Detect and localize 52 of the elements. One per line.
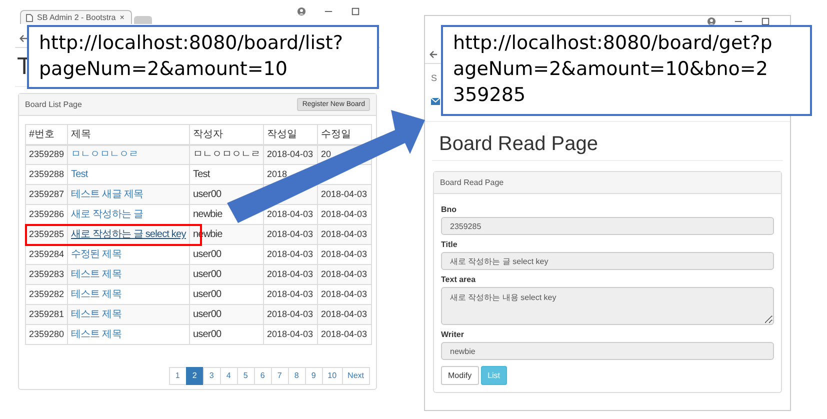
user-icon[interactable]	[707, 17, 716, 25]
user-icon[interactable]	[297, 7, 306, 16]
url-callout: http://localhost:8080/board/list? pageNum=2&amount=10	[27, 25, 379, 89]
card-title: Board List Page	[25, 98, 82, 110]
table-cell: user00	[190, 324, 264, 344]
table-cell: user00	[190, 304, 264, 324]
table-cell: 2018-04-03	[264, 304, 318, 324]
table-cell: 2018-04-03	[264, 324, 318, 344]
table-cell: 2018-04-03	[264, 264, 318, 284]
table-cell: 2018-04-03	[318, 264, 372, 284]
table-cell: 2359281	[26, 304, 68, 324]
table-cell: 2018-04-03	[264, 224, 318, 244]
table-cell: 2018-04-03	[318, 224, 372, 244]
page-link[interactable]: 8	[288, 367, 306, 385]
table-cell: 2018-04-03	[318, 304, 372, 324]
page-link[interactable]: Next	[342, 367, 370, 385]
table-cell: 2018-04-03	[318, 184, 372, 204]
card-title: Board Read Page	[440, 176, 504, 188]
modify-button[interactable]: Modify	[441, 366, 479, 385]
table-cell: 2359280	[26, 324, 68, 344]
table-cell: 2018-04-03	[318, 324, 372, 344]
envelope-icon[interactable]	[431, 98, 440, 104]
field-label: Bno	[441, 204, 458, 215]
page-link[interactable]: 6	[254, 367, 272, 385]
field-label: Writer	[441, 329, 465, 340]
input-field[interactable]: newbie	[441, 342, 774, 360]
post-link[interactable]: Test	[71, 169, 88, 180]
table-cell: 2359286	[26, 204, 68, 224]
page-link[interactable]: 1	[168, 367, 187, 385]
page-heading: Board Read Page	[432, 128, 783, 161]
table-cell: 2359289	[26, 144, 68, 164]
text-area[interactable]: 새로 작성하는 내용 select key	[441, 287, 774, 325]
table-cell: user00	[190, 264, 264, 284]
page-link[interactable]: 3	[202, 367, 221, 385]
input-field[interactable]: 새로 작성하는 글 select key	[441, 252, 774, 270]
url-callout: http://localhost:8080/board/get?p ageNum=2&amount=10&bno=2 359285	[441, 25, 812, 116]
page-link[interactable]: 5	[236, 367, 255, 385]
page-link[interactable]: 2	[186, 367, 204, 385]
page-link[interactable]: 4	[220, 367, 238, 385]
file-icon	[26, 14, 33, 22]
browser-tab[interactable]: SB Admin 2 - Bootstra ×	[20, 10, 132, 24]
table-cell: 2359283	[26, 264, 68, 284]
field-label: Title	[441, 239, 458, 250]
maximize-icon[interactable]	[761, 17, 770, 25]
page-link[interactable]: 7	[270, 367, 289, 385]
page-link[interactable]: 10	[322, 367, 343, 385]
maximize-icon[interactable]	[351, 7, 360, 16]
brand-text[interactable]: S	[431, 72, 438, 86]
input-field[interactable]: 2359285	[441, 217, 774, 235]
table-cell: 2359287	[26, 184, 68, 204]
page-link[interactable]: 9	[304, 367, 323, 385]
field-label: Text area	[441, 274, 477, 285]
